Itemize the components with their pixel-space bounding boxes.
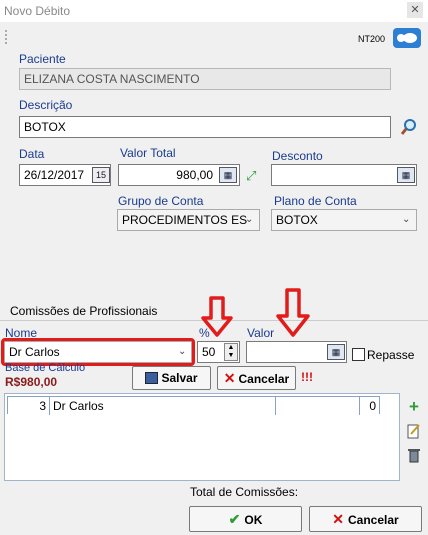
red-x-icon: ✕: [223, 370, 236, 386]
repasse-label: Repasse: [367, 348, 415, 362]
salvar-button[interactable]: Salvar: [132, 366, 211, 390]
cancel-label: Cancelar: [348, 513, 399, 527]
edit-icon[interactable]: [406, 423, 422, 439]
cancelar-comissao-button[interactable]: ✕ Cancelar: [217, 366, 296, 390]
desconto-input[interactable]: [271, 164, 417, 186]
delete-icon[interactable]: [406, 447, 422, 463]
paciente-field: ELIZANA COSTA NASCIMENTO: [19, 68, 391, 90]
calculator-icon[interactable]: ▦: [327, 344, 345, 360]
cancel-button[interactable]: ✕ Cancelar: [309, 506, 422, 532]
row-name-cell[interactable]: Dr Carlos: [50, 397, 276, 415]
salvar-label: Salvar: [161, 371, 198, 385]
grupo-conta-select[interactable]: PROCEDIMENTOS ES: [117, 209, 260, 231]
down-arrow-annotation-icon: [200, 296, 234, 338]
close-icon[interactable]: ✕: [407, 2, 423, 18]
ok-button[interactable]: ✔ OK: [189, 506, 302, 532]
search-button[interactable]: [400, 118, 418, 139]
paciente-label: Paciente: [19, 52, 66, 66]
form-code: NT200: [358, 34, 386, 44]
base-calculo-value: R$980,00: [5, 375, 58, 389]
window-title: Novo Débito: [4, 4, 71, 18]
plano-conta-value: BOTOX: [276, 213, 318, 227]
toolbar-grip[interactable]: [5, 30, 9, 44]
descricao-label: Descrição: [19, 98, 73, 112]
grupo-conta-value: PROCEDIMENTOS ES: [122, 213, 248, 227]
calculator-icon[interactable]: ▦: [397, 167, 415, 183]
plano-conta-select[interactable]: BOTOX: [271, 209, 417, 231]
warning-text: !!!: [301, 370, 313, 384]
repasse-checkbox[interactable]: [352, 348, 365, 361]
cancelar-label: Cancelar: [238, 372, 290, 386]
row-number-cell[interactable]: 3: [8, 397, 50, 415]
chevron-down-icon[interactable]: ⌄: [245, 214, 253, 225]
add-icon[interactable]: +: [406, 398, 422, 415]
row-value-cell[interactable]: 0: [360, 397, 379, 415]
chat-bubbles-icon: [397, 33, 417, 43]
desconto-label: Desconto: [272, 149, 323, 163]
grupo-conta-label: Grupo de Conta: [118, 194, 204, 208]
calendar-icon[interactable]: 15: [92, 167, 110, 183]
expand-icon[interactable]: ⤢: [246, 169, 256, 182]
chevron-down-icon[interactable]: ⌄: [402, 214, 410, 225]
down-arrow-annotation-icon: [274, 288, 312, 338]
plano-conta-label: Plano de Conta: [274, 194, 357, 208]
valor-label: Valor: [247, 326, 275, 340]
chat-button[interactable]: [393, 28, 421, 48]
data-label: Data: [19, 147, 45, 161]
checkmark-icon: ✔: [228, 511, 241, 527]
magnifier-icon: [400, 119, 416, 135]
ok-label: OK: [244, 513, 263, 527]
comissoes-grid[interactable]: 3 Dr Carlos 0: [4, 393, 400, 481]
base-calculo-label: Base de Cálculo: [5, 362, 86, 374]
valor-total-label: Valor Total: [120, 146, 176, 160]
table-row[interactable]: 3 Dr Carlos 0: [7, 396, 380, 415]
row-col3-cell[interactable]: [276, 397, 360, 415]
descricao-input[interactable]: BOTOX: [19, 116, 391, 138]
red-x-icon: ✕: [332, 511, 345, 527]
comissoes-title: Comissões de Profissionais: [10, 304, 158, 318]
floppy-disk-icon: [145, 372, 159, 384]
total-comissoes-label: Total de Comissões:: [190, 485, 299, 499]
spinner-icon[interactable]: ▲ ▼: [224, 343, 238, 361]
calculator-icon[interactable]: ▦: [219, 167, 237, 183]
